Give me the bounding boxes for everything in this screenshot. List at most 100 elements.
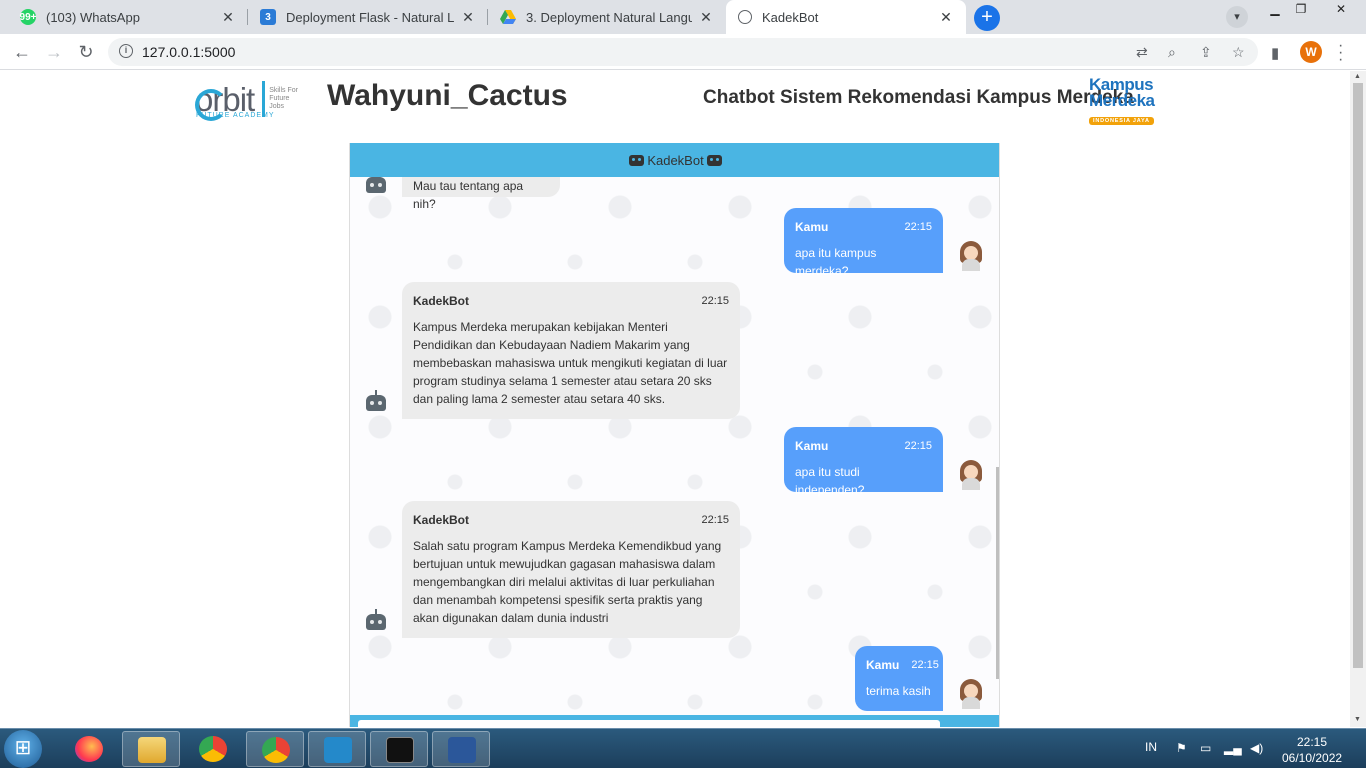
chat-header: KadekBot: [350, 143, 999, 177]
forward-arrow-icon[interactable]: →: [42, 40, 66, 64]
message-sender: Kamu: [866, 658, 900, 672]
bot-bubble: KadekBot 22:15 Kampus Merdeka merupakan k…: [402, 282, 740, 419]
tab-title: (103) WhatsApp: [46, 9, 140, 25]
chrome-profile-icon[interactable]: [246, 731, 304, 767]
user-avatar-icon: [958, 460, 984, 490]
tab-search-chevron-icon[interactable]: ▾: [1226, 6, 1248, 28]
chat-input-area: [350, 715, 999, 727]
whatsapp-icon: 99+: [20, 9, 36, 25]
orbit-sub-text: FUTURE ACADEMY: [196, 112, 275, 119]
close-icon[interactable]: ✕: [460, 9, 476, 26]
message-sender: Kamu: [795, 439, 829, 453]
start-button[interactable]: [4, 730, 42, 768]
site-title: Wahyuni_Cactus: [327, 79, 568, 112]
message-sender: KadekBot: [413, 294, 470, 308]
page-scrollbar-thumb[interactable]: [1353, 83, 1363, 668]
orbit-logo: orbit FUTURE ACADEMY Skills For Future J…: [195, 77, 299, 121]
close-icon[interactable]: ✕: [938, 9, 954, 26]
message-text: terima kasih: [866, 684, 931, 698]
tab-title: 3. Deployment Natural Language: [526, 9, 692, 25]
bot-bubble: KadekBot 22:15 Salah satu program Kampus …: [402, 501, 740, 638]
orbit-tagline: Skills For Future Jobs: [269, 87, 298, 110]
address-bar[interactable]: i 127.0.0.1:5000 ⇄ ⌕ ⇪ ☆: [108, 38, 1258, 66]
robot-avatar-icon: [364, 177, 388, 195]
message-sender: Kamu: [795, 220, 829, 234]
back-arrow-icon[interactable]: ←: [10, 40, 34, 64]
message-time: 22:15: [701, 295, 729, 307]
volume-icon[interactable]: ◀): [1250, 741, 1263, 755]
km-logo-line2: Merdeka: [1089, 91, 1155, 110]
side-panel-icon[interactable]: ▮: [1271, 44, 1279, 62]
message-time: 22:15: [911, 659, 939, 671]
url-text: 127.0.0.1:5000: [142, 44, 236, 60]
close-window-button[interactable]: ✕: [1326, 0, 1356, 20]
user-bubble: Kamu 22:15 apa itu studi independen?: [784, 427, 943, 497]
minimize-button[interactable]: ▁: [1262, 0, 1288, 20]
vscode-icon[interactable]: [308, 731, 366, 767]
chat-panel: KadekBot Mau tau tentang apa nih? Kamu 22…: [349, 143, 1000, 727]
close-icon[interactable]: ✕: [698, 9, 714, 26]
translate-icon[interactable]: ⇄: [1136, 44, 1148, 61]
new-tab-button[interactable]: +: [974, 5, 1000, 31]
tab-whatsapp[interactable]: 99+ (103) WhatsApp ✕: [8, 0, 248, 34]
chat-header-title: KadekBot: [647, 152, 704, 168]
scroll-up-arrow-icon[interactable]: ▲: [1354, 73, 1361, 80]
chat-messages[interactable]: Mau tau tentang apa nih? Kamu 22:15 apa i…: [350, 177, 998, 715]
reload-icon[interactable]: ↻: [74, 40, 98, 64]
chat-message-input[interactable]: [358, 720, 940, 727]
page-subtitle: Chatbot Sistem Rekomendasi Kampus Merdek…: [703, 87, 1134, 108]
robot-avatar-icon: [364, 389, 388, 413]
tab-title: Deployment Flask - Natural Lang: [286, 9, 454, 25]
terminal-icon[interactable]: [370, 731, 428, 767]
firefox-icon[interactable]: [60, 731, 118, 767]
share-icon[interactable]: ⇪: [1200, 44, 1212, 61]
message-text: apa itu studi independen?: [795, 465, 865, 497]
file-explorer-icon[interactable]: [122, 731, 180, 767]
flag-icon[interactable]: ⚑: [1176, 741, 1187, 755]
browser-toolbar: ← → ↻ i 127.0.0.1:5000 ⇄ ⌕ ⇪ ☆ ▮ W · · ·: [0, 34, 1366, 70]
robot-icon: [629, 154, 645, 166]
tab-deployment-natural-language[interactable]: 3. Deployment Natural Language ✕: [488, 0, 726, 34]
site-info-icon[interactable]: i: [119, 44, 133, 58]
globe-icon: [738, 10, 752, 24]
system-clock[interactable]: 22:15 06/10/2022: [1282, 734, 1342, 766]
zoom-icon[interactable]: ⌕: [1168, 44, 1176, 61]
km-logo-line3: INDONESIA JAYA: [1089, 117, 1154, 125]
message-text: apa itu kampus merdeka?: [795, 246, 877, 278]
chat-scrollbar-thumb[interactable]: [996, 467, 999, 679]
chat-scrollbar[interactable]: [996, 177, 999, 715]
message-text: Mau tau tentang apa nih?: [413, 179, 524, 211]
bot-bubble: Mau tau tentang apa nih?: [402, 177, 560, 211]
tab-kadekbot[interactable]: KadekBot ✕: [726, 0, 966, 34]
google-drive-icon: [500, 9, 516, 25]
tab-title: KadekBot: [762, 9, 819, 25]
browser-tab-bar: 99+ (103) WhatsApp ✕ 3 Deployment Flask …: [0, 0, 1366, 34]
message-sender: KadekBot: [413, 513, 470, 527]
close-icon[interactable]: ✕: [220, 9, 236, 26]
word-icon[interactable]: [432, 731, 490, 767]
document-3-icon: 3: [260, 9, 276, 25]
language-indicator[interactable]: IN: [1145, 740, 1157, 754]
orbit-wordmark: orbit: [195, 80, 255, 121]
user-avatar-icon: [958, 241, 984, 271]
message-time: 22:15: [701, 514, 729, 526]
bookmark-star-icon[interactable]: ☆: [1232, 44, 1245, 61]
page-viewport: orbit FUTURE ACADEMY Skills For Future J…: [0, 71, 1350, 727]
scroll-down-arrow-icon[interactable]: ▼: [1354, 716, 1361, 723]
network-signal-icon[interactable]: ▂▄: [1224, 741, 1242, 755]
restore-button[interactable]: ❐: [1288, 0, 1314, 20]
profile-avatar[interactable]: W: [1300, 41, 1322, 63]
clock-date: 06/10/2022: [1282, 751, 1343, 765]
user-bubble: Kamu 22:15 terima kasih: [855, 646, 943, 711]
menu-kebab-icon[interactable]: · · ·: [1338, 38, 1343, 68]
user-avatar-icon: [958, 679, 984, 709]
tab-deployment-flask[interactable]: 3 Deployment Flask - Natural Lang ✕: [248, 0, 488, 34]
power-icon[interactable]: ▭: [1200, 741, 1211, 755]
user-bubble: Kamu 22:15 apa itu kampus merdeka?: [784, 208, 943, 278]
kampus-merdeka-logo: Kampus Merdeka INDONESIA JAYA: [1089, 76, 1163, 125]
chrome-icon[interactable]: [184, 731, 242, 767]
clock-time: 22:15: [1296, 735, 1328, 749]
message-text: Salah satu program Kampus Merdeka Kemend…: [413, 539, 722, 625]
page-scrollbar[interactable]: ▲ ▼: [1350, 71, 1366, 727]
windows-taskbar: IN ⚑ ▭ ▂▄ ◀) 22:15 06/10/2022: [0, 728, 1366, 768]
